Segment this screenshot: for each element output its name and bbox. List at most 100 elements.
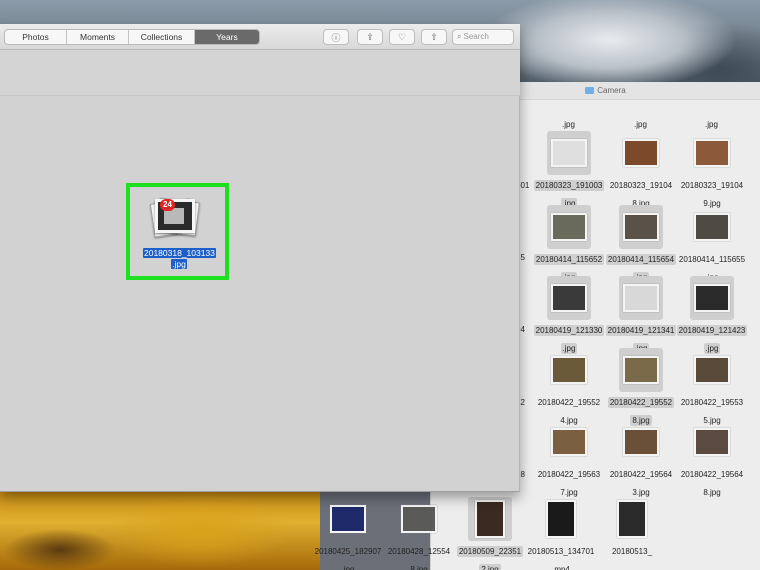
finder-file-item[interactable]: 20180323_19104 8.jpg bbox=[605, 131, 677, 211]
file-name-line1: 20180422_19564 bbox=[609, 470, 673, 479]
photo-preview bbox=[694, 356, 730, 384]
photo-preview bbox=[694, 213, 730, 241]
export-icon: ⇧ bbox=[430, 31, 438, 42]
tab-photos[interactable]: Photos bbox=[5, 30, 67, 44]
finder-file-item[interactable]: 20180513_134701 .mp4 bbox=[525, 497, 597, 570]
share-icon: ⇪ bbox=[366, 31, 374, 42]
file-thumbnail[interactable] bbox=[690, 348, 734, 392]
photo-preview bbox=[694, 139, 730, 167]
share-button[interactable]: ⇪ bbox=[357, 29, 383, 45]
file-name-line2: 8.jpg bbox=[410, 565, 428, 570]
tab-moments[interactable]: Moments bbox=[67, 30, 129, 44]
file-thumbnail[interactable] bbox=[619, 205, 663, 249]
file-thumbnail[interactable] bbox=[547, 420, 591, 464]
file-thumbnail[interactable] bbox=[397, 497, 441, 541]
heart-icon: ♡ bbox=[397, 31, 407, 42]
file-thumbnail[interactable] bbox=[619, 348, 663, 392]
file-thumbnail[interactable] bbox=[547, 205, 591, 249]
tab-years[interactable]: Years bbox=[195, 30, 259, 44]
finder-file-item[interactable]: 20180414_115652.jpg bbox=[533, 205, 605, 285]
photos-app-window: Photos Moments Collections Years ⓘ ⇪ ♡ ⇧… bbox=[0, 24, 520, 492]
file-thumbnail[interactable] bbox=[619, 131, 663, 175]
finder-file-item[interactable]: 20180422_19563 7.jpg bbox=[533, 420, 605, 500]
item-count-badge: 24 bbox=[160, 199, 175, 211]
dragged-photo-stack[interactable] bbox=[149, 195, 200, 241]
file-name-line1: 20180414_115655 bbox=[678, 255, 746, 264]
finder-folder-title: Camera bbox=[597, 86, 626, 95]
finder-file-top-2[interactable]: .jpg bbox=[632, 119, 649, 130]
file-thumbnail[interactable] bbox=[619, 276, 663, 320]
file-name-line1: 20180323_191003 bbox=[533, 180, 605, 191]
file-name-line1: 20180323_19104 bbox=[609, 181, 673, 190]
info-icon: ⓘ bbox=[331, 32, 341, 43]
file-name-line1: 20180428_12554 bbox=[387, 547, 451, 556]
finder-file-item[interactable]: 20180422_19552 4.jpg bbox=[533, 348, 605, 428]
finder-file-item[interactable]: 20180414_115655.jpg bbox=[676, 205, 748, 285]
photo-preview bbox=[694, 428, 730, 456]
finder-file-top-3[interactable]: .jpg bbox=[703, 119, 720, 130]
file-thumbnail[interactable] bbox=[547, 276, 591, 320]
finder-file-item[interactable]: 20180509_22351 2.jpg bbox=[454, 497, 526, 570]
finder-file-item[interactable]: 20180422_19564 3.jpg bbox=[605, 420, 677, 500]
finder-file-item[interactable]: 20180414_115654.jpg bbox=[605, 205, 677, 285]
file-thumbnail[interactable] bbox=[468, 497, 512, 541]
photo-preview bbox=[475, 500, 505, 538]
file-name-line2: 8.jpg bbox=[703, 488, 721, 497]
file-name-line1: 20180419_121423 bbox=[676, 325, 748, 336]
file-thumbnail[interactable] bbox=[547, 348, 591, 392]
search-field[interactable]: ⌕ Search bbox=[452, 29, 514, 45]
file-thumbnail[interactable] bbox=[547, 131, 591, 175]
file-name-line2: .jpg bbox=[341, 565, 355, 570]
photo-preview bbox=[546, 500, 576, 538]
photo-preview bbox=[401, 505, 437, 533]
file-thumbnail[interactable] bbox=[690, 276, 734, 320]
export-button[interactable]: ⇧ bbox=[421, 29, 447, 45]
finder-file-item[interactable]: 20180422_19564 8.jpg bbox=[676, 420, 748, 500]
tab-collections[interactable]: Collections bbox=[129, 30, 195, 44]
photo-preview bbox=[551, 428, 587, 456]
finder-file-top-1[interactable]: .jpg bbox=[560, 119, 577, 130]
finder-file-item[interactable]: 20180422_19553 5.jpg bbox=[676, 348, 748, 428]
file-name-line1: 20180509_22351 bbox=[456, 546, 524, 557]
finder-file-item[interactable]: 20180422_19552 8.jpg bbox=[605, 348, 677, 428]
photo-preview bbox=[623, 284, 659, 312]
file-thumbnail[interactable] bbox=[690, 420, 734, 464]
file-name-line1: 20180422_19553 bbox=[680, 398, 744, 407]
file-thumbnail[interactable] bbox=[539, 497, 583, 541]
info-button[interactable]: ⓘ bbox=[323, 29, 349, 45]
dragged-file-name: 20180318_103133 .jpg bbox=[143, 248, 216, 270]
search-icon: ⌕ bbox=[457, 32, 462, 41]
photo-preview bbox=[623, 356, 659, 384]
finder-file-item[interactable]: 20180513_ bbox=[596, 497, 668, 559]
photo-preview bbox=[551, 213, 587, 241]
file-thumbnail[interactable] bbox=[690, 131, 734, 175]
photo-preview bbox=[623, 139, 659, 167]
photo-preview bbox=[623, 213, 659, 241]
file-name-line1: 20180425_182907 bbox=[314, 547, 382, 556]
favorite-button[interactable]: ♡ bbox=[389, 29, 415, 45]
finder-file-item[interactable]: 20180419_121330 .jpg bbox=[533, 276, 605, 356]
finder-file-item[interactable]: 20180428_12554 8.jpg bbox=[383, 497, 455, 570]
file-thumbnail[interactable] bbox=[326, 497, 370, 541]
finder-file-item[interactable]: 20180419_121341.jpg bbox=[605, 276, 677, 356]
dragged-file-name-line1: 20180318_103133 bbox=[143, 248, 216, 258]
finder-file-item[interactable]: 20180419_121423 .jpg bbox=[676, 276, 748, 356]
file-name-line1: 20180323_19104 bbox=[680, 181, 744, 190]
desktop-wallpaper-foliage bbox=[0, 490, 320, 570]
photo-preview bbox=[330, 505, 366, 533]
file-thumbnail[interactable] bbox=[619, 420, 663, 464]
file-name-line1: 20180513_ bbox=[611, 547, 653, 556]
photo-preview bbox=[551, 284, 587, 312]
finder-file-item[interactable]: 20180323_191003 .jpg bbox=[533, 131, 605, 211]
file-thumbnail[interactable] bbox=[610, 497, 654, 541]
file-name-line1: 20180422_19564 bbox=[680, 470, 744, 479]
file-thumbnail[interactable] bbox=[690, 205, 734, 249]
photos-toolbar: Photos Moments Collections Years ⓘ ⇪ ♡ ⇧… bbox=[0, 24, 520, 50]
file-name-line1: 20180422_19552 bbox=[607, 397, 675, 408]
finder-file-item[interactable]: 20180425_182907 .jpg bbox=[312, 497, 384, 570]
file-name-line1: 20180513_134701 bbox=[527, 547, 595, 556]
file-name-line1: 20180414_115652 bbox=[533, 254, 605, 265]
finder-file-item[interactable]: 20180323_19104 9.jpg bbox=[676, 131, 748, 211]
photos-header-area bbox=[0, 50, 520, 96]
search-placeholder: Search bbox=[463, 32, 489, 41]
